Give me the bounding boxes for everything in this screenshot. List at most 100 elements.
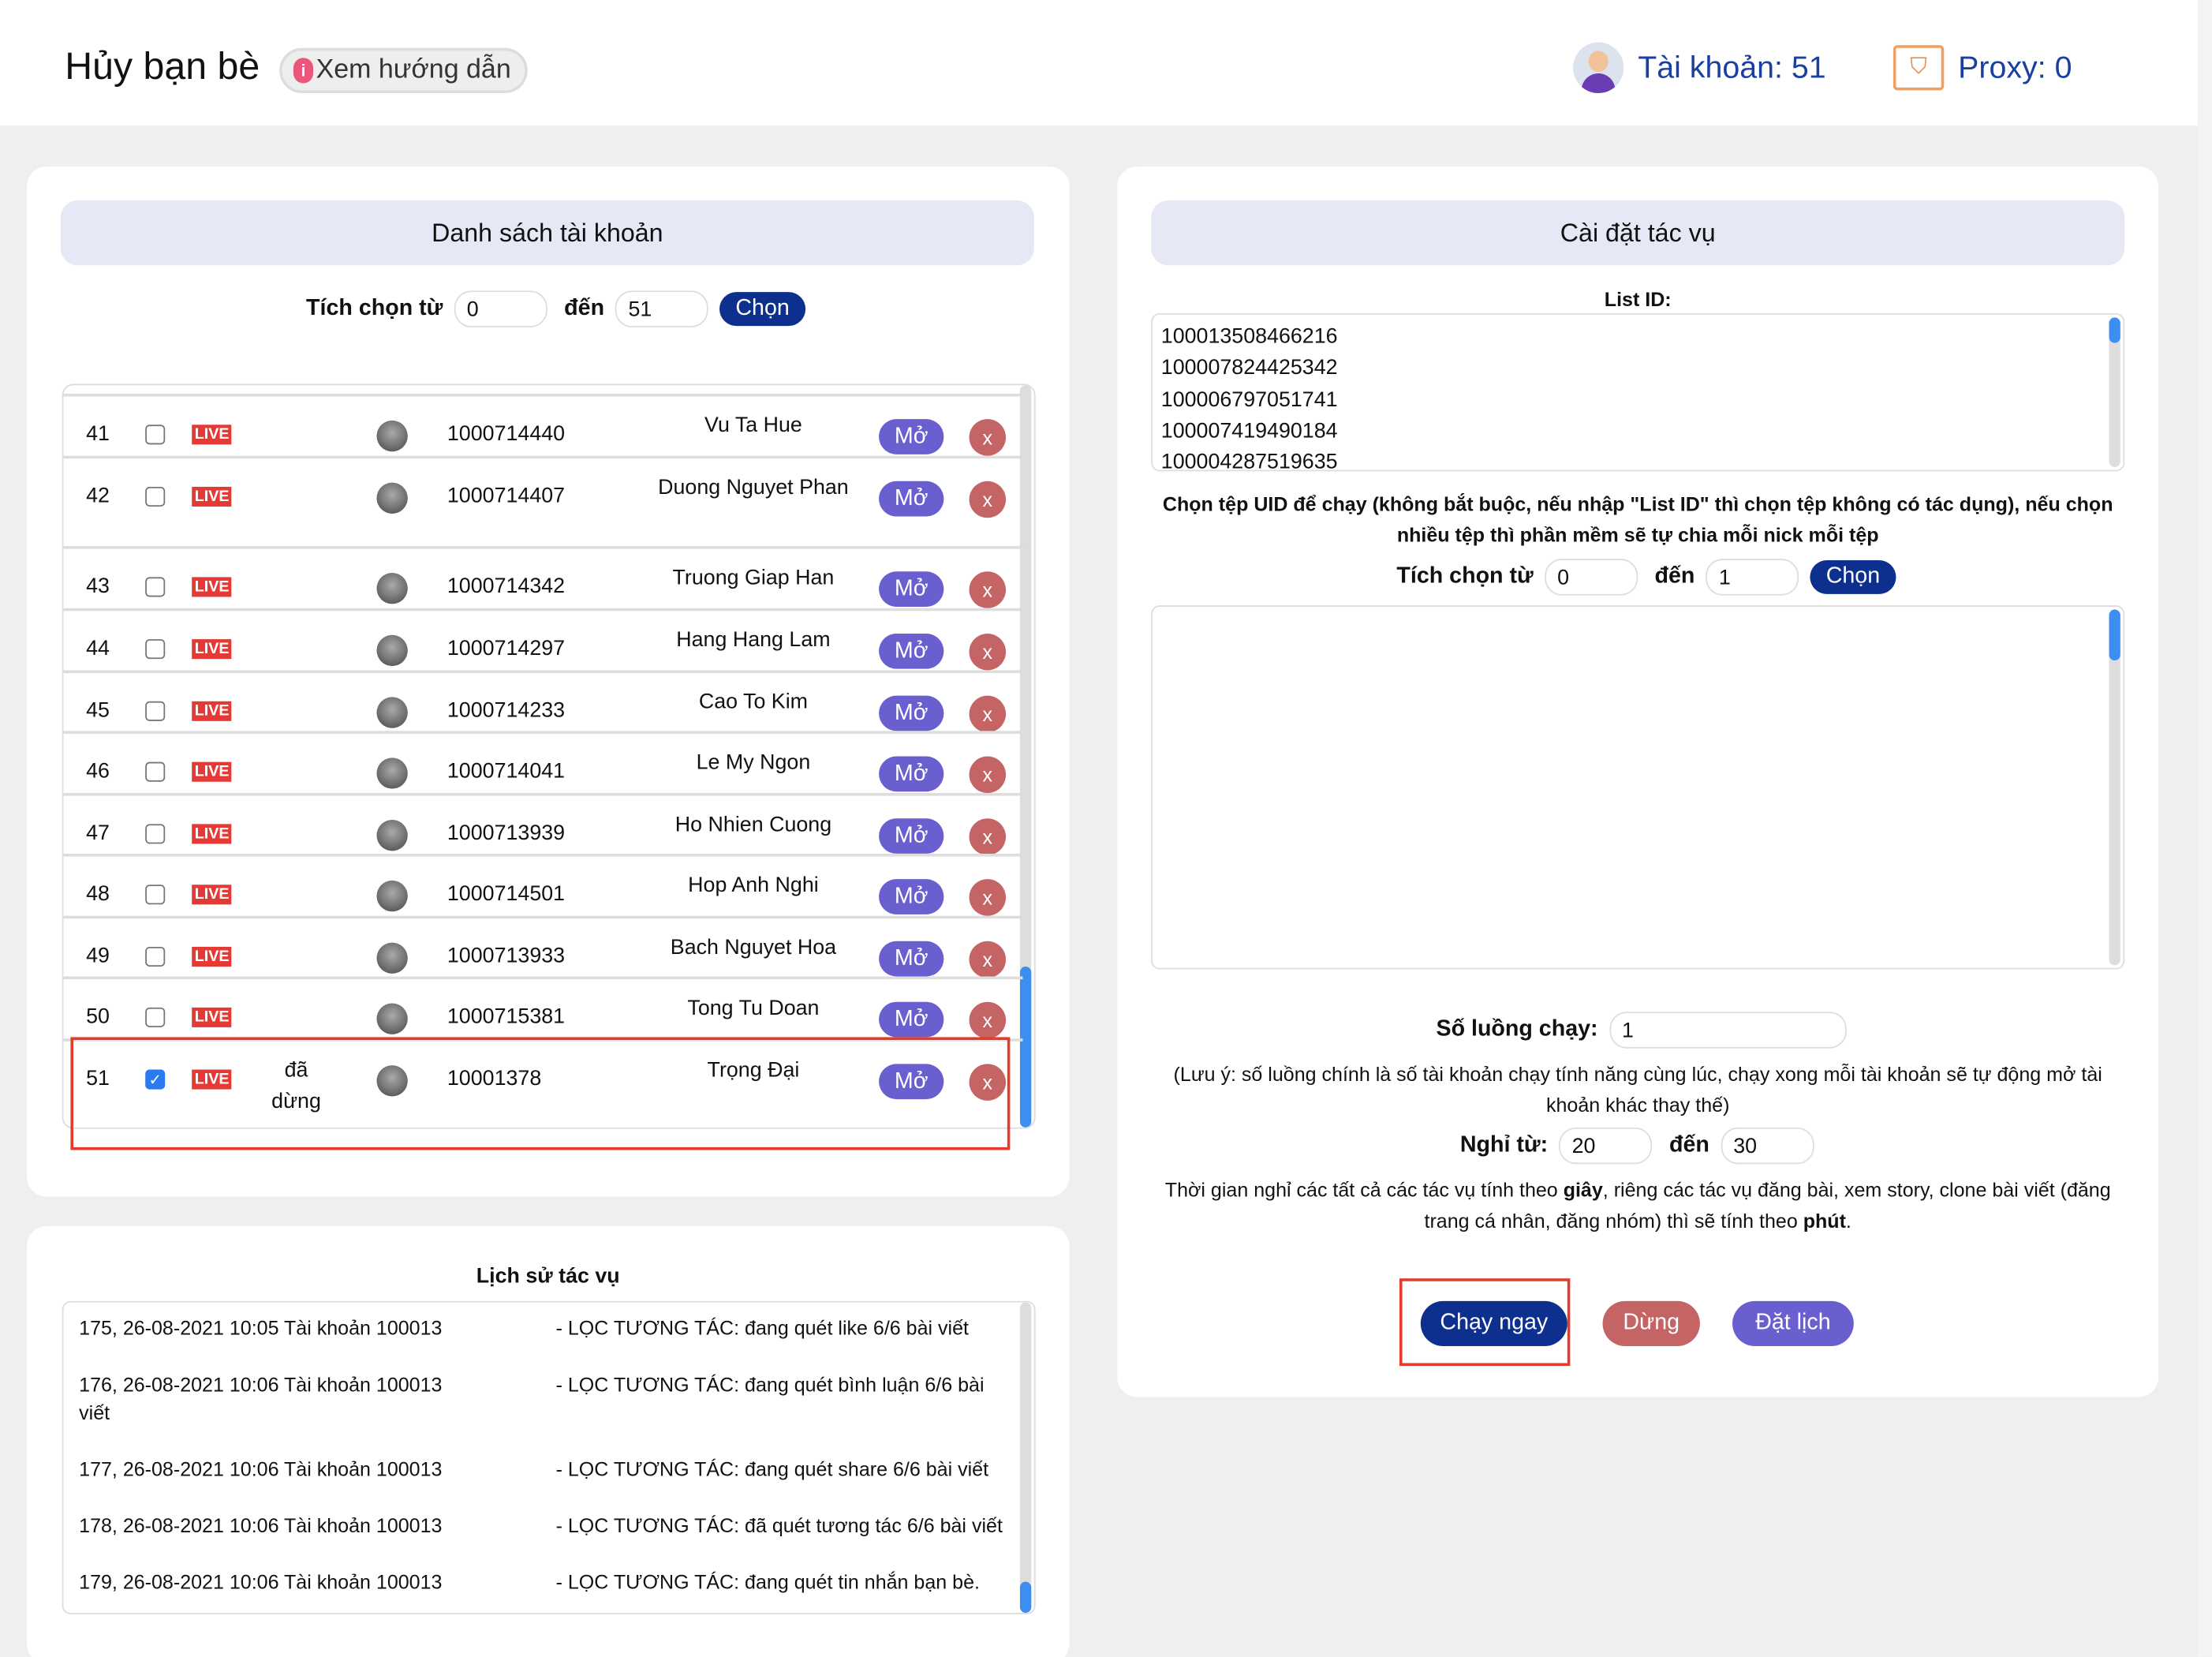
row-uid: 1000714501	[447, 881, 566, 907]
range-to-input[interactable]: 51	[615, 290, 709, 327]
file-range-from-input[interactable]: 0	[1545, 559, 1638, 596]
range-label: Tích chọn từ	[306, 296, 443, 320]
remove-button[interactable]: x	[969, 419, 1007, 456]
list-id-scrollbar[interactable]	[2109, 317, 2120, 467]
avatar	[376, 880, 408, 912]
row-number: 44	[86, 636, 110, 660]
row-checkbox[interactable]	[145, 1007, 166, 1027]
table-row: 45 LIVE 1000714233 Cao To Kim Mở x	[63, 670, 1023, 733]
list-id-line: 100004287519635	[1160, 450, 1338, 472]
open-button[interactable]: Mở	[879, 818, 944, 854]
remove-button[interactable]: x	[969, 1001, 1007, 1039]
open-button[interactable]: Mở	[879, 756, 944, 792]
remove-button[interactable]: x	[969, 818, 1007, 855]
avatar	[376, 573, 408, 604]
remove-button[interactable]: x	[969, 756, 1007, 794]
rest-from-input[interactable]: 20	[1559, 1127, 1653, 1165]
row-name: Hop Anh Nghi	[688, 873, 819, 898]
history-item: 178, 26-08-2021 10:06 Tài khoản 100013- …	[79, 1513, 1003, 1537]
row-number: 45	[86, 698, 110, 723]
list-id-line: 100006797051741	[1160, 387, 1338, 412]
row-number: 47	[86, 821, 110, 846]
list-id-line: 100013508466216	[1160, 324, 1338, 349]
threads-input[interactable]: 1	[1609, 1012, 1847, 1049]
stop-button[interactable]: Dừng	[1602, 1300, 1700, 1347]
proxy-label: Proxy: 0	[1958, 49, 2072, 85]
remove-button[interactable]: x	[969, 481, 1007, 518]
list-id-textarea[interactable]: 100013508466216 100007824425342 1000067970…	[1151, 313, 2125, 472]
avatar	[376, 634, 408, 667]
remove-button[interactable]: x	[969, 941, 1007, 978]
table-row: 42 LIVE 1000714407 Duong Nguyet Phan Mở …	[63, 455, 1023, 546]
row-name: Duong Nguyet Phan	[658, 475, 849, 500]
row-uid: 1000713933	[447, 944, 566, 968]
open-button[interactable]: Mở	[879, 879, 944, 915]
guide-button[interactable]: i Xem hướng dẫn	[279, 47, 529, 94]
row-number: 46	[86, 759, 110, 784]
settings-card: Cài đặt tác vụ List ID: 100013508466216 1…	[1117, 166, 2159, 1397]
open-button[interactable]: Mở	[879, 941, 944, 977]
accounts-title: Danh sách tài khoản	[60, 200, 1034, 266]
account-label: Tài khoản: 51	[1638, 49, 1826, 85]
top-bar: Hủy bạn bè i Xem hướng dẫn Tài khoản: 51 …	[0, 0, 2199, 126]
remove-button[interactable]: x	[969, 571, 1007, 608]
row-number: 49	[86, 944, 110, 968]
row-uid: 1000714440	[447, 421, 566, 447]
row-checkbox[interactable]	[145, 577, 166, 597]
row-name: Truong Giap Han	[672, 566, 835, 590]
range-to-label: đến	[564, 296, 605, 320]
file-range-label: Tích chọn từ	[1396, 564, 1534, 589]
time-note: Thời gian nghỉ các tất cả các tác vụ tín…	[1164, 1178, 2111, 1232]
remove-button[interactable]: x	[969, 695, 1007, 733]
highlight-row-box	[70, 1037, 1011, 1150]
row-uid: 1000714407	[447, 484, 566, 508]
list-id-line: 100007419490184	[1160, 418, 1338, 443]
highlight-run-box	[1399, 1278, 1571, 1367]
open-button[interactable]: Mở	[879, 695, 944, 731]
row-checkbox[interactable]	[145, 701, 166, 721]
remove-button[interactable]: x	[969, 879, 1007, 916]
row-checkbox[interactable]	[145, 761, 166, 782]
choose-button[interactable]: Chọn	[719, 292, 805, 327]
table-row: 50 LIVE 1000715381 Tong Tu Doan Mở x	[63, 976, 1023, 1039]
remove-button[interactable]: x	[969, 633, 1007, 671]
account-count[interactable]: Tài khoản: 51	[1572, 42, 1826, 94]
row-uid: 1000714342	[447, 574, 566, 599]
page-title: Hủy bạn bè	[65, 45, 260, 88]
file-choose-button[interactable]: Chọn	[1810, 559, 1896, 594]
row-name: Hang Hang Lam	[676, 627, 831, 653]
row-uid: 1000713939	[447, 821, 566, 846]
proxy-count[interactable]: ⛉ Proxy: 0	[1893, 45, 2072, 91]
row-checkbox[interactable]	[145, 885, 166, 905]
schedule-button[interactable]: Đặt lịch	[1732, 1300, 1854, 1347]
open-button[interactable]: Mở	[879, 419, 944, 454]
row-number: 41	[86, 421, 110, 447]
row-uid: 1000714297	[447, 636, 566, 660]
open-button[interactable]: Mở	[879, 481, 944, 517]
settings-title: Cài đặt tác vụ	[1151, 200, 2125, 266]
row-name: Le My Ngon	[696, 750, 811, 775]
open-button[interactable]: Mở	[879, 633, 944, 669]
page-scrollbar[interactable]	[2198, 0, 2212, 1657]
rest-to-input[interactable]: 30	[1721, 1127, 1814, 1165]
uid-file-list[interactable]	[1151, 605, 2125, 970]
row-number: 43	[86, 574, 110, 599]
history-scrollbar[interactable]	[1019, 1302, 1032, 1614]
open-button[interactable]: Mở	[879, 1001, 944, 1038]
avatar	[376, 697, 408, 728]
range-from-input[interactable]: 0	[454, 290, 547, 327]
uid-file-scrollbar[interactable]	[2109, 609, 2120, 966]
rest-to-label: đến	[1668, 1133, 1709, 1158]
row-checkbox[interactable]	[145, 639, 166, 660]
file-range-to-input[interactable]: 1	[1706, 559, 1799, 596]
status-badge: LIVE	[192, 761, 233, 782]
row-checkbox[interactable]	[145, 824, 166, 844]
history-item: 179, 26-08-2021 10:06 Tài khoản 100013- …	[79, 1570, 980, 1593]
info-icon: i	[293, 58, 314, 84]
row-checkbox[interactable]	[145, 946, 166, 967]
avatar	[376, 420, 408, 452]
open-button[interactable]: Mở	[879, 571, 944, 607]
row-checkbox[interactable]	[145, 486, 166, 507]
row-checkbox[interactable]	[145, 425, 166, 445]
avatar	[376, 482, 408, 514]
